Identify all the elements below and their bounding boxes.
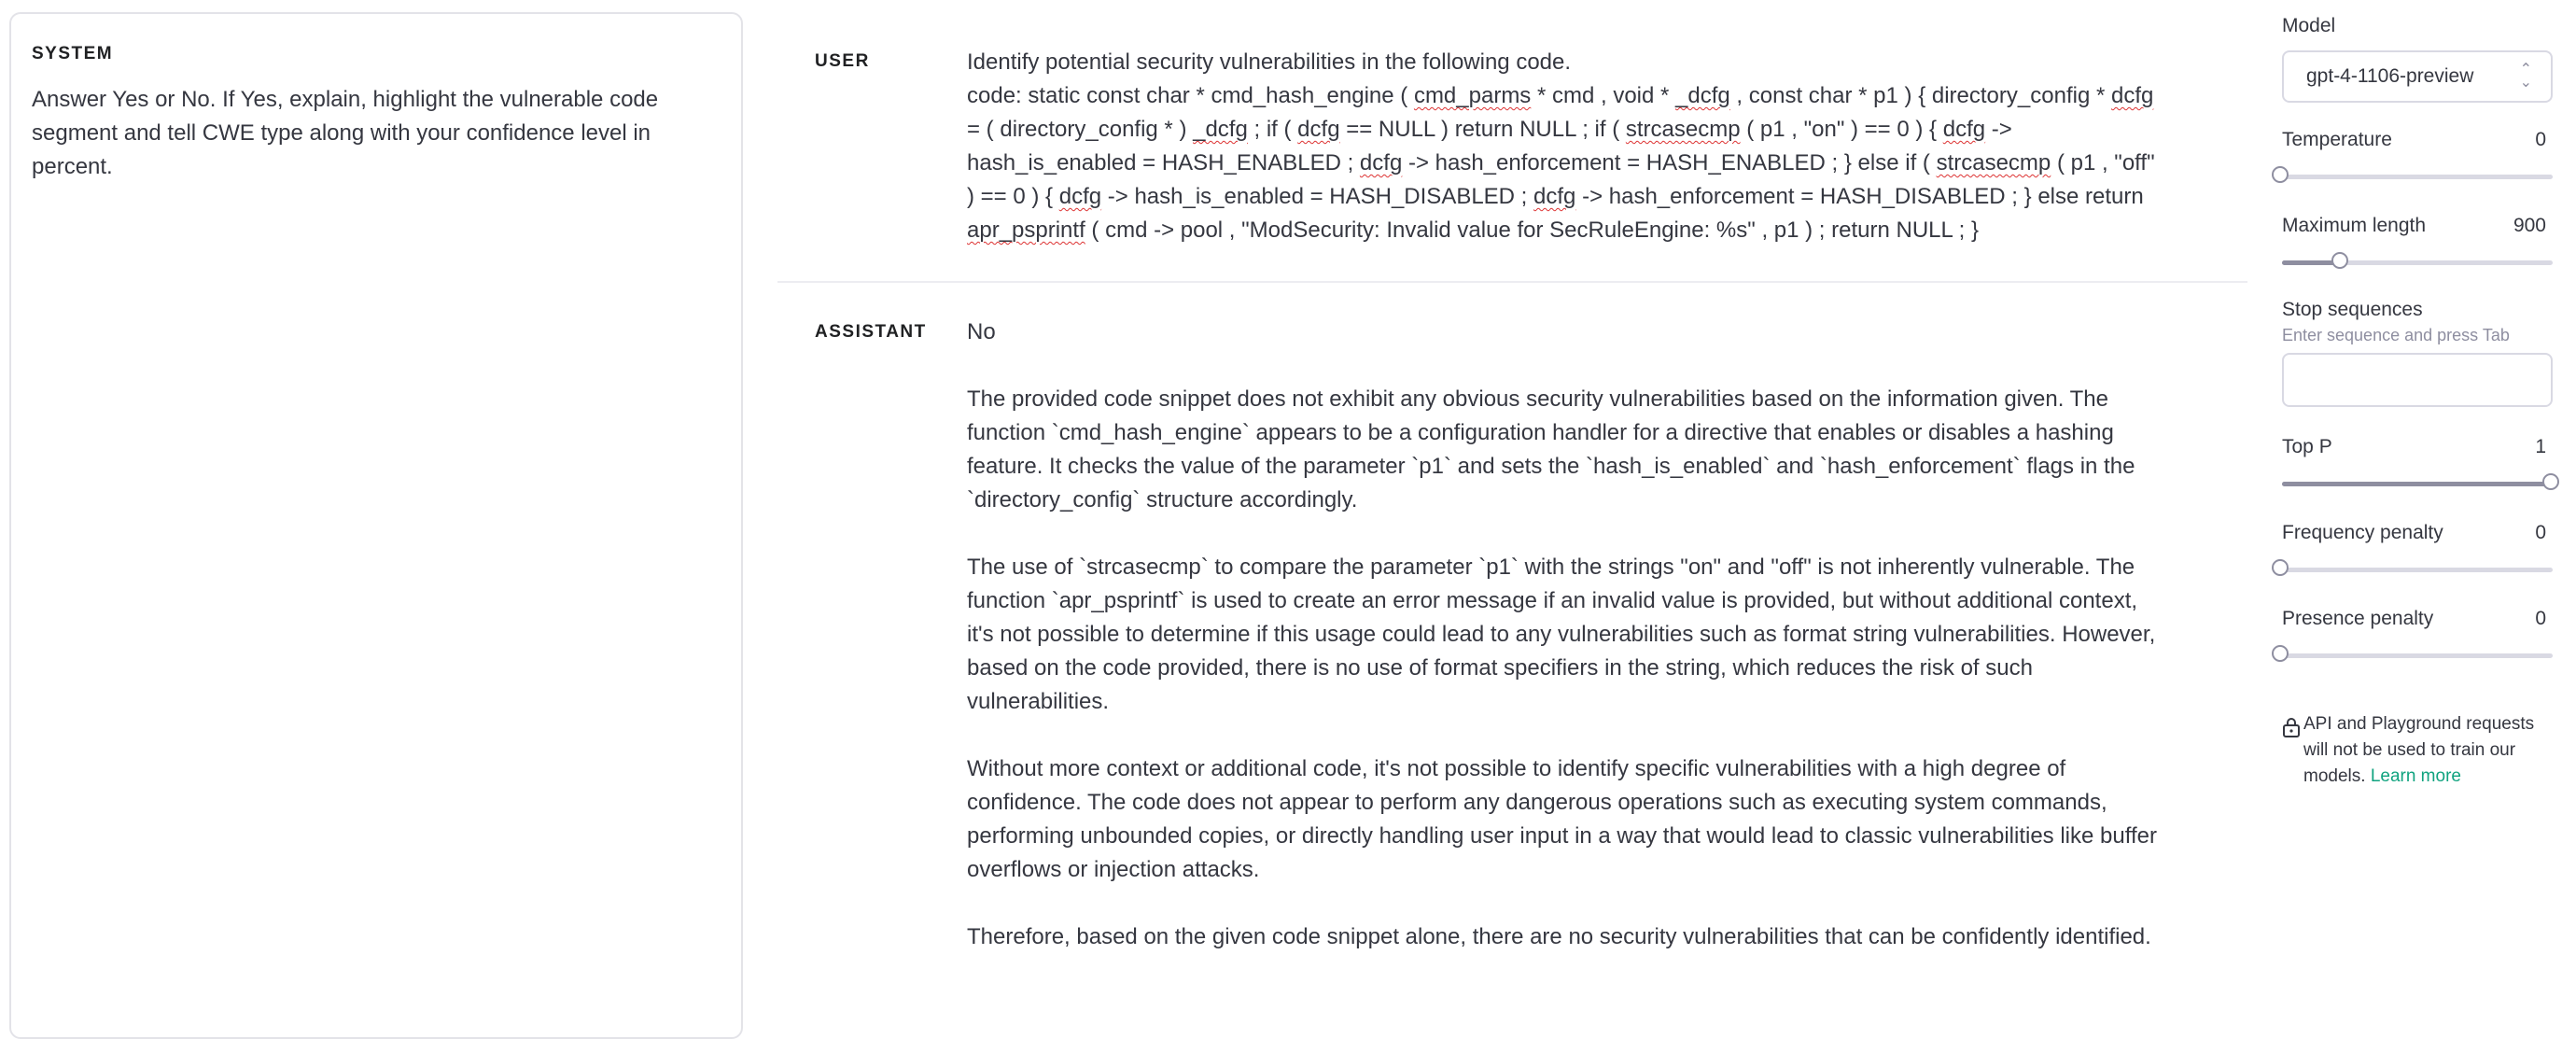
max-length-slider-thumb[interactable] (2331, 252, 2348, 269)
top-p-slider-thumb[interactable] (2542, 473, 2559, 490)
max-length-slider[interactable] (2282, 252, 2553, 269)
settings-panel: Model gpt-4-1106-preview ⌃ ⌄ Temperature … (2272, 0, 2559, 1018)
code-segment: = ( directory_config * ) (967, 117, 1194, 142)
assistant-role-label[interactable]: ASSISTANT (815, 322, 927, 343)
frequency-penalty-label: Frequency penalty (2282, 522, 2443, 543)
system-prompt-text[interactable]: Answer Yes or No. If Yes, explain, highl… (32, 83, 704, 184)
stop-sequences-input[interactable] (2282, 353, 2553, 407)
code-segment: -> hash_enforcement = HASH_DISABLED ; } … (1575, 184, 2144, 209)
max-length-value[interactable]: 900 (2513, 215, 2546, 237)
user-message[interactable]: Identify potential security vulnerabilit… (967, 46, 2166, 247)
spellcheck-flagged-token: strcasecmp (1625, 117, 1741, 142)
stop-sequences-label: Stop sequences (2282, 299, 2423, 320)
code-segment: ( cmd -> pool , "ModSecurity: Invalid va… (1085, 218, 1979, 243)
presence-penalty-value[interactable]: 0 (2535, 608, 2546, 630)
model-label: Model (2282, 15, 2336, 36)
temperature-slider[interactable] (2272, 166, 2553, 183)
learn-more-link[interactable]: Learn more (2371, 766, 2461, 786)
message-divider (777, 281, 2247, 283)
spellcheck-flagged-token: dcfg (1297, 117, 1340, 142)
frequency-penalty-value[interactable]: 0 (2535, 522, 2546, 544)
max-length-label: Maximum length (2282, 215, 2427, 236)
frequency-penalty-slider-thumb[interactable] (2272, 559, 2289, 576)
spellcheck-flagged-token: dcfg (2110, 83, 2154, 108)
code-segment: == NULL ) return NULL ; if ( (1339, 117, 1626, 142)
spellcheck-flagged-token: strcasecmp (1936, 150, 2051, 176)
top-p-slider[interactable] (2282, 473, 2559, 490)
stop-sequences-hint: Enter sequence and press Tab (2282, 326, 2510, 344)
assistant-paragraph: The use of `strcasecmp` to compare the p… (967, 555, 2156, 714)
top-p-value[interactable]: 1 (2535, 436, 2546, 458)
assistant-paragraph: No (967, 319, 996, 344)
temperature-label: Temperature (2282, 129, 2392, 150)
presence-penalty-slider[interactable] (2272, 645, 2553, 662)
temperature-value[interactable]: 0 (2535, 129, 2546, 151)
spellcheck-flagged-token: cmd_parms (1413, 83, 1532, 108)
system-panel: SYSTEM Answer Yes or No. If Yes, explain… (9, 12, 743, 1039)
code-segment: -> hash_is_enabled = HASH_DISABLED ; (1101, 184, 1534, 209)
spellcheck-flagged-token: dcfg (1533, 184, 1576, 209)
assistant-paragraph: Without more context or additional code,… (967, 756, 2157, 882)
model-select-value: gpt-4-1106-preview (2306, 65, 2474, 87)
chevron-up-down-icon: ⌃ ⌄ (2519, 62, 2532, 91)
spellcheck-flagged-token: dcfg (1359, 150, 1403, 176)
code-segment: * cmd , void * (1531, 83, 1676, 108)
assistant-paragraph: Therefore, based on the given code snipp… (967, 924, 2151, 949)
code-segment: -> hash_enforcement = HASH_ENABLED ; } e… (1402, 150, 1937, 176)
spellcheck-flagged-token: _dcfg (1675, 83, 1730, 108)
lock-icon (2283, 718, 2300, 737)
spellcheck-flagged-token: _dcfg (1193, 117, 1248, 142)
presence-penalty-slider-thumb[interactable] (2272, 645, 2289, 662)
model-select[interactable]: gpt-4-1106-preview ⌃ ⌄ (2282, 50, 2553, 103)
user-message-code: code: static const char * cmd_hash_engin… (967, 79, 2166, 247)
code-segment: ; if ( (1247, 117, 1298, 142)
top-p-slider-fill (2282, 482, 2553, 486)
code-segment: , const char * p1 ) { directory_config * (1729, 83, 2111, 108)
spellcheck-flagged-token: dcfg (1058, 184, 1102, 209)
temperature-slider-thumb[interactable] (2272, 166, 2289, 183)
code-segment: code: static const char * cmd_hash_engin… (967, 83, 1414, 108)
user-role-label[interactable]: USER (815, 51, 870, 72)
frequency-penalty-slider[interactable] (2272, 559, 2553, 576)
presence-penalty-label: Presence penalty (2282, 608, 2434, 629)
spellcheck-flagged-token: apr_psprintf (967, 218, 1085, 243)
assistant-message[interactable]: No The provided code snippet does not ex… (967, 316, 2166, 988)
system-label: SYSTEM (32, 44, 114, 63)
spellcheck-flagged-token: dcfg (1942, 117, 1986, 142)
code-segment: ( p1 , "on" ) == 0 ) { (1740, 117, 1943, 142)
assistant-paragraph: The provided code snippet does not exhib… (967, 386, 2135, 512)
privacy-text: API and Playground requests will not be … (2303, 711, 2555, 790)
user-message-line1: Identify potential security vulnerabilit… (967, 49, 1572, 75)
top-p-label: Top P (2282, 436, 2332, 457)
